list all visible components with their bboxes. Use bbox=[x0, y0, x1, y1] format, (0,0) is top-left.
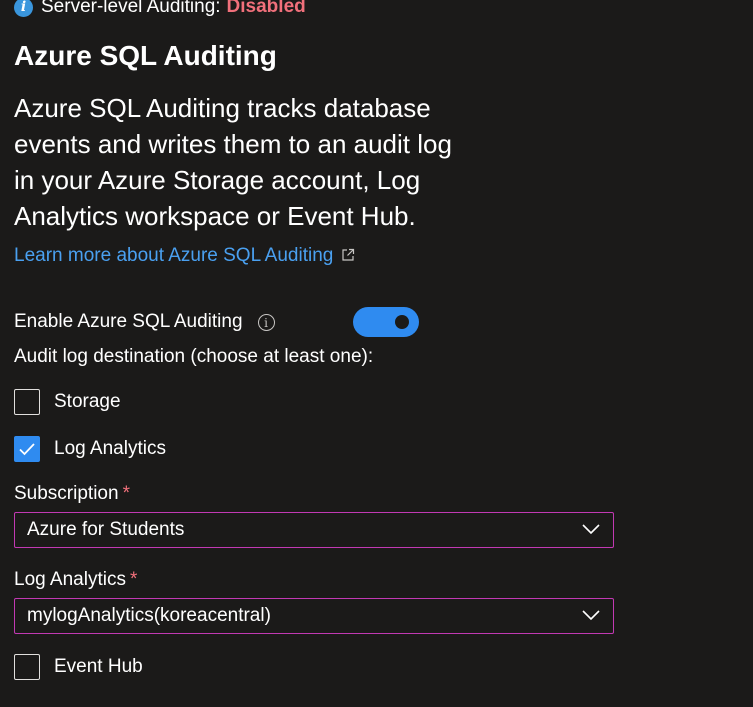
log-analytics-option[interactable]: Log Analytics bbox=[14, 435, 166, 463]
subscription-label-text: Subscription bbox=[14, 483, 119, 504]
learn-more-link[interactable]: Learn more about Azure SQL Auditing bbox=[14, 245, 355, 266]
log-analytics-workspace-label: Log Analytics * bbox=[14, 567, 137, 593]
subscription-dropdown[interactable]: Azure for Students bbox=[14, 512, 614, 548]
log-analytics-workspace-label-text: Log Analytics bbox=[14, 569, 126, 590]
learn-more-link-label: Learn more about Azure SQL Auditing bbox=[14, 245, 334, 266]
page-title: Azure SQL Auditing bbox=[14, 40, 277, 71]
event-hub-checkbox[interactable] bbox=[14, 654, 40, 680]
toggle-knob bbox=[395, 315, 409, 329]
info-icon: i bbox=[14, 0, 33, 17]
required-mark: * bbox=[129, 569, 138, 590]
info-circle-icon[interactable]: i bbox=[257, 313, 275, 331]
required-mark: * bbox=[122, 483, 130, 504]
log-analytics-workspace-value: mylogAnalytics(koreacentral) bbox=[27, 605, 271, 626]
status-label: Server-level Auditing: bbox=[41, 0, 221, 17]
enable-auditing-label: Enable Azure SQL Auditing bbox=[14, 311, 243, 332]
subscription-value: Azure for Students bbox=[27, 519, 185, 540]
enable-auditing-toggle[interactable] bbox=[353, 307, 419, 337]
event-hub-label: Event Hub bbox=[54, 656, 143, 677]
log-analytics-workspace-dropdown[interactable]: mylogAnalytics(koreacentral) bbox=[14, 598, 614, 634]
server-auditing-status: i Server-level Auditing: Disabled bbox=[14, 0, 306, 20]
chevron-down-icon bbox=[582, 524, 600, 535]
description-text: Azure SQL Auditing tracks database event… bbox=[14, 93, 452, 231]
storage-label: Storage bbox=[54, 391, 121, 412]
event-hub-option[interactable]: Event Hub bbox=[14, 653, 143, 681]
storage-checkbox[interactable] bbox=[14, 389, 40, 415]
external-link-icon bbox=[342, 248, 355, 261]
description: Azure SQL Auditing tracks database event… bbox=[14, 90, 454, 274]
subscription-label: Subscription * bbox=[14, 481, 130, 507]
chevron-down-icon bbox=[582, 610, 600, 621]
auditing-panel: i Server-level Auditing: Disabled Azure … bbox=[0, 0, 753, 707]
enable-auditing-row: Enable Azure SQL Auditing i bbox=[14, 306, 419, 338]
destination-label: Audit log destination (choose at least o… bbox=[14, 346, 374, 367]
storage-option[interactable]: Storage bbox=[14, 388, 121, 416]
status-value: Disabled bbox=[226, 0, 306, 17]
log-analytics-label: Log Analytics bbox=[54, 438, 166, 459]
log-analytics-checkbox[interactable] bbox=[14, 436, 40, 462]
checkmark-icon bbox=[19, 443, 35, 456]
